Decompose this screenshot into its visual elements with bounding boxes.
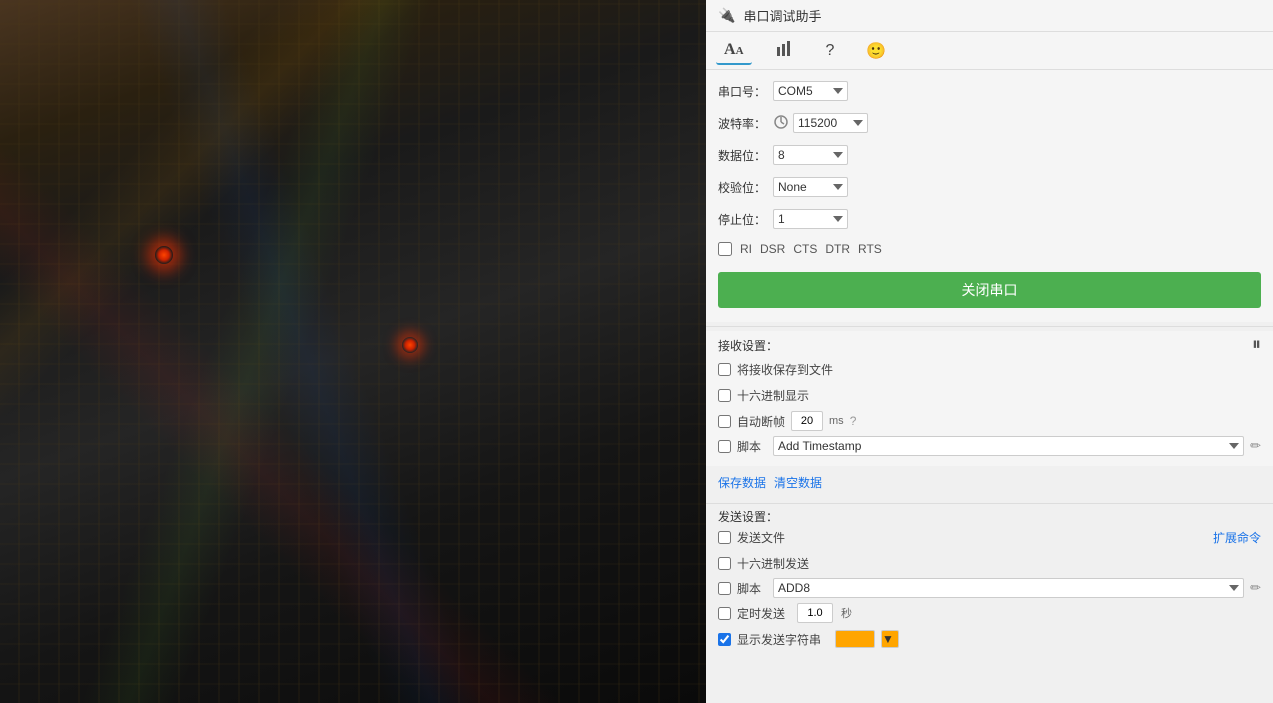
clear-data-button[interactable]: 清空数据 xyxy=(774,472,822,493)
send-color-swatch[interactable] xyxy=(835,630,875,648)
show-send-row: 显示发送字符串 ▼ xyxy=(718,628,1261,650)
toolbar-btn-help[interactable]: ? xyxy=(818,38,843,64)
parity-control-area: None Odd Even xyxy=(773,177,1261,197)
parity-row: 校验位： None Odd Even xyxy=(718,174,1261,200)
help-icon: ? xyxy=(826,42,835,60)
baud-select[interactable]: 115200 9600 19200 38400 57600 230400 xyxy=(793,113,868,133)
send-file-label: 发送文件 xyxy=(737,529,785,546)
send-script-edit-icon[interactable]: ✏ xyxy=(1250,580,1261,596)
flow-control-checkbox[interactable] xyxy=(718,242,732,256)
ms-unit-label: ms xyxy=(829,415,844,427)
databits-select[interactable]: 8 5 6 7 xyxy=(773,145,848,165)
send-settings-header: 发送设置： xyxy=(718,510,778,524)
dtr-label: DTR xyxy=(825,242,850,256)
stopbits-control-area: 1 1.5 2 xyxy=(773,209,1261,229)
receive-script-checkbox[interactable] xyxy=(718,440,731,453)
save-to-file-row: 将接收保存到文件 xyxy=(718,358,1261,380)
baud-row: 波特率： 115200 9600 19200 38400 57600 23040… xyxy=(718,110,1261,136)
timed-send-row: 定时发送 秒 xyxy=(718,602,1261,624)
baud-label: 波特率： xyxy=(718,115,773,132)
wire-overlay xyxy=(0,0,706,703)
timed-send-input[interactable] xyxy=(797,603,833,623)
pause-icon-1[interactable]: ⏸ xyxy=(1252,334,1261,355)
databits-label: 数据位： xyxy=(718,147,773,164)
flow-control-row: RI DSR CTS DTR RTS xyxy=(718,238,1261,260)
title-bar: 🔌 串口调试助手 xyxy=(706,0,1273,32)
toolbar-btn-emoji[interactable]: 🙂 xyxy=(858,37,894,65)
send-file-row: 发送文件 扩展命令 xyxy=(718,526,1261,548)
hex-display-checkbox[interactable] xyxy=(718,389,731,402)
hex-display-label: 十六进制显示 xyxy=(737,387,809,404)
cts-label: CTS xyxy=(793,242,817,256)
save-data-button[interactable]: 保存数据 xyxy=(718,472,766,493)
toolbar: AA ? 🙂 xyxy=(706,32,1273,70)
baud-icon xyxy=(773,114,789,133)
save-to-file-label: 将接收保存到文件 xyxy=(737,361,833,378)
port-select[interactable]: COM5 COM1 COM2 COM3 COM4 COM6 xyxy=(773,81,848,101)
stopbits-select[interactable]: 1 1.5 2 xyxy=(773,209,848,229)
extend-cmd-button[interactable]: 扩展命令 xyxy=(1213,527,1261,548)
receive-script-edit-icon[interactable]: ✏ xyxy=(1250,438,1261,454)
send-settings-section: 发送设置： 发送文件 扩展命令 十六进制发送 脚本 ADD8 None Cust… xyxy=(706,508,1273,660)
hex-display-row: 十六进制显示 xyxy=(718,384,1261,406)
auto-break-checkbox[interactable] xyxy=(718,415,731,428)
toolbar-btn-chart[interactable] xyxy=(768,37,802,65)
dsr-label: DSR xyxy=(760,242,785,256)
port-row: 串口号： COM5 COM1 COM2 COM3 COM4 COM6 xyxy=(718,78,1261,104)
stopbits-row: 停止位： 1 1.5 2 xyxy=(718,206,1261,232)
auto-break-ms-input[interactable] xyxy=(791,411,823,431)
receive-script-label: 脚本 xyxy=(737,438,767,455)
receive-settings-section: 接收设置： ⏸ 将接收保存到文件 十六进制显示 自动断帧 ms ? 脚本 xyxy=(706,331,1273,466)
auto-break-row: 自动断帧 ms ? xyxy=(718,410,1261,432)
timed-send-unit: 秒 xyxy=(841,605,852,621)
stopbits-label: 停止位： xyxy=(718,211,773,228)
toolbar-btn-text[interactable]: AA xyxy=(716,37,752,65)
databits-control-area: 8 5 6 7 xyxy=(773,145,1261,165)
rts-label: RTS xyxy=(858,242,882,256)
send-file-checkbox[interactable] xyxy=(718,531,731,544)
send-script-select[interactable]: ADD8 None Custom xyxy=(773,578,1244,598)
title-text: 串口调试助手 xyxy=(743,6,821,25)
divider-2 xyxy=(706,503,1273,504)
send-script-row: 脚本 ADD8 None Custom ✏ xyxy=(718,578,1261,598)
hex-send-label: 十六进制发送 xyxy=(737,555,809,572)
port-control-area: COM5 COM1 COM2 COM3 COM4 COM6 xyxy=(773,81,1261,101)
close-port-button[interactable]: 关闭串口 xyxy=(718,272,1261,308)
pause-icons: ⏸ xyxy=(1252,334,1261,355)
title-icon: 🔌 xyxy=(718,7,735,24)
port-label: 串口号： xyxy=(718,83,773,100)
text-icon: AA xyxy=(724,41,744,59)
send-script-label: 脚本 xyxy=(737,580,767,597)
receive-settings-header: 接收设置： xyxy=(718,337,778,354)
show-send-label: 显示发送字符串 xyxy=(737,631,821,648)
timed-send-checkbox[interactable] xyxy=(718,607,731,620)
serial-panel: 🔌 串口调试助手 AA ? 🙂 串口号： xyxy=(706,0,1273,703)
receive-script-select[interactable]: Add Timestamp None Custom xyxy=(773,436,1244,456)
divider-1 xyxy=(706,326,1273,327)
photo-area xyxy=(0,0,706,703)
port-settings-section: 串口号： COM5 COM1 COM2 COM3 COM4 COM6 波特率： xyxy=(706,70,1273,322)
parity-label: 校验位： xyxy=(718,179,773,196)
show-send-checkbox[interactable] xyxy=(718,633,731,646)
auto-break-label: 自动断帧 xyxy=(737,413,785,430)
emoji-icon: 🙂 xyxy=(866,41,886,61)
baud-control-area: 115200 9600 19200 38400 57600 230400 xyxy=(773,113,1261,133)
hex-send-checkbox[interactable] xyxy=(718,557,731,570)
chart-icon xyxy=(776,41,794,61)
auto-break-help-icon[interactable]: ? xyxy=(850,414,857,428)
hex-send-row: 十六进制发送 xyxy=(718,552,1261,574)
save-clear-row: 保存数据 清空数据 xyxy=(706,472,1273,493)
ri-label: RI xyxy=(740,242,752,256)
timed-send-label: 定时发送 xyxy=(737,605,785,622)
receive-script-row: 脚本 Add Timestamp None Custom ✏ xyxy=(718,436,1261,456)
send-color-select[interactable]: ▼ xyxy=(881,630,899,648)
parity-select[interactable]: None Odd Even xyxy=(773,177,848,197)
save-to-file-checkbox[interactable] xyxy=(718,363,731,376)
databits-row: 数据位： 8 5 6 7 xyxy=(718,142,1261,168)
send-script-checkbox[interactable] xyxy=(718,582,731,595)
